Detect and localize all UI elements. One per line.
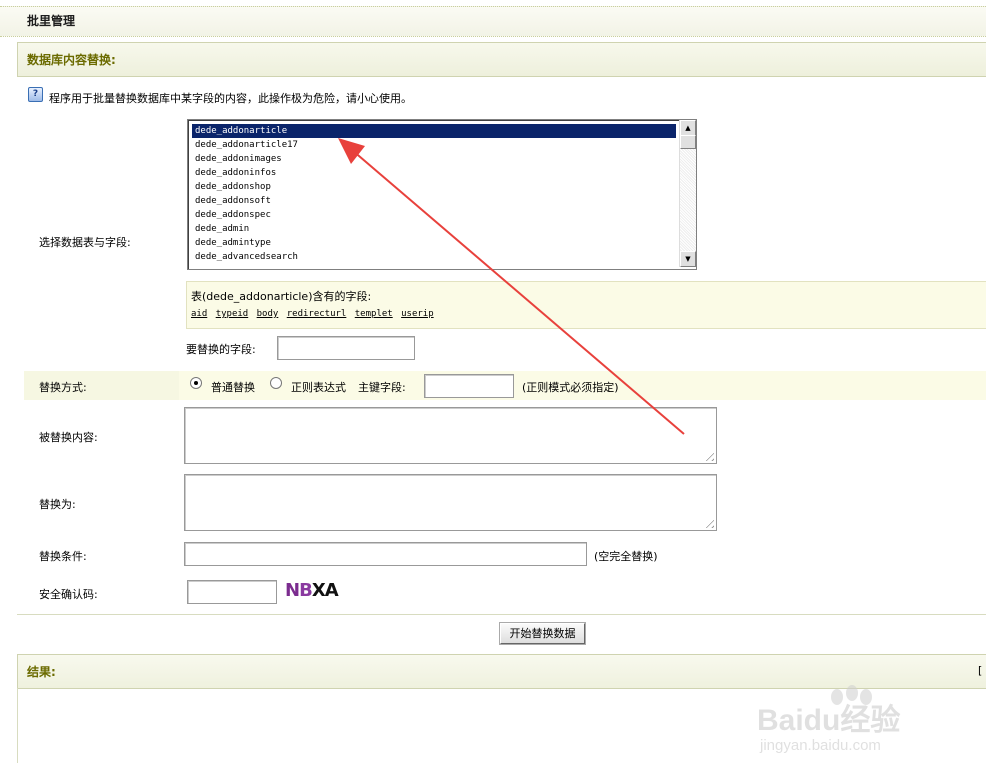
annotation-arrow [338, 138, 685, 435]
watermark-url: jingyan.baidu.com [760, 737, 881, 754]
baidu-watermark: Baidu经验 jingyan.baidu.com [755, 675, 985, 755]
watermark-brand: Baidu经验 [757, 704, 901, 737]
